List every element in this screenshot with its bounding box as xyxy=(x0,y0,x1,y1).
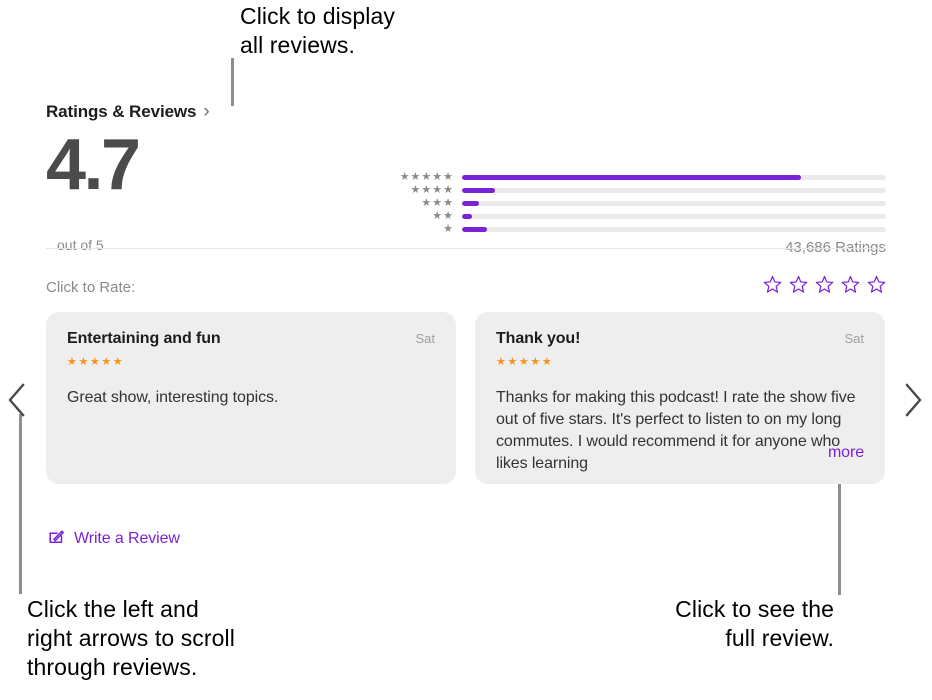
histogram-row: ★★★ xyxy=(390,197,886,210)
review-title: Entertaining and fun xyxy=(67,330,221,347)
review-body-text: Great show, interesting topics. xyxy=(67,389,279,406)
review-date: Sat xyxy=(844,331,864,346)
rate-star[interactable] xyxy=(841,275,860,299)
ratings-section: Ratings & Reviews › 4.7 out of 5 ★★★★★ ★★… xyxy=(46,102,886,256)
write-review-button[interactable]: Write a Review xyxy=(48,528,180,550)
section-divider xyxy=(46,248,886,249)
previous-reviews-arrow[interactable] xyxy=(4,380,32,420)
rating-histogram: ★★★★★ ★★★★ ★★★ ★★ ★ xyxy=(390,171,886,236)
review-star-rating: ★★★★★ xyxy=(496,356,554,368)
histogram-row: ★★★★ xyxy=(390,184,886,197)
ratings-summary: 4.7 out of 5 ★★★★★ ★★★★ ★★★ ★★ ★ 43,686 Rati… xyxy=(46,125,886,256)
histogram-row-track xyxy=(462,227,886,232)
reviews-screen: Click to display all reviews. Click the … xyxy=(0,0,932,700)
histogram-row-track xyxy=(462,175,886,180)
callout-leader-line-top xyxy=(231,58,234,106)
click-to-rate-label: Click to Rate: xyxy=(46,278,136,296)
review-date: Sat xyxy=(415,331,435,346)
rate-star[interactable] xyxy=(815,275,834,299)
histogram-row-fill xyxy=(462,188,495,193)
histogram-row-fill xyxy=(462,201,480,206)
review-title: Thank you! xyxy=(496,330,581,347)
rate-star[interactable] xyxy=(789,275,808,299)
callout-scroll-arrows: Click the left and right arrows to scrol… xyxy=(27,596,235,680)
histogram-row-stars: ★★★★★ xyxy=(399,171,454,183)
histogram-row-stars: ★★★ xyxy=(421,197,454,209)
rate-star-picker[interactable] xyxy=(763,275,886,299)
review-cards: Entertaining and fun Sat ★★★★★ Great show, … xyxy=(46,312,886,484)
rate-star[interactable] xyxy=(763,275,782,299)
review-card-header: Thank you! Sat xyxy=(496,330,864,348)
histogram-row-fill xyxy=(462,175,802,180)
callout-display-all-reviews: Click to display all reviews. xyxy=(240,3,395,58)
histogram-row: ★★★★★ xyxy=(390,171,886,184)
histogram-row-track xyxy=(462,214,886,219)
chevron-right-icon[interactable]: › xyxy=(203,102,209,121)
histogram-row-stars: ★★ xyxy=(432,210,454,222)
review-card[interactable]: Thank you! Sat ★★★★★ Thanks for making this… xyxy=(475,312,885,484)
callout-leader-line-left xyxy=(19,414,22,594)
review-body-text: Thanks for making this podcast! I rate t… xyxy=(496,387,864,475)
average-rating-value: 4.7 xyxy=(46,125,141,205)
write-review-label: Write a Review xyxy=(74,530,180,547)
histogram-row: ★★ xyxy=(390,210,886,223)
histogram-row-track xyxy=(462,188,886,193)
histogram-row-track xyxy=(462,201,886,206)
click-to-rate-row: Click to Rate: xyxy=(46,275,886,299)
callout-full-review: Click to see the full review. xyxy=(675,596,834,651)
histogram-row-stars: ★ xyxy=(443,223,454,235)
histogram-row-fill xyxy=(462,214,473,219)
compose-pencil-icon xyxy=(48,528,65,550)
average-rating-scale: out of 5 xyxy=(57,237,104,253)
next-reviews-arrow[interactable] xyxy=(898,380,926,420)
ratings-section-header[interactable]: Ratings & Reviews › xyxy=(46,102,886,122)
histogram-row: ★ xyxy=(390,223,886,236)
review-star-rating: ★★★★★ xyxy=(67,356,125,368)
page-title: Ratings & Reviews xyxy=(46,102,197,121)
more-link[interactable]: more xyxy=(828,444,864,462)
rate-star[interactable] xyxy=(867,275,886,299)
histogram-row-stars: ★★★★ xyxy=(410,184,454,196)
histogram-row-fill xyxy=(462,227,487,232)
review-card-header: Entertaining and fun Sat xyxy=(67,330,435,348)
callout-leader-line-right xyxy=(838,473,841,595)
review-card[interactable]: Entertaining and fun Sat ★★★★★ Great show, … xyxy=(46,312,456,484)
